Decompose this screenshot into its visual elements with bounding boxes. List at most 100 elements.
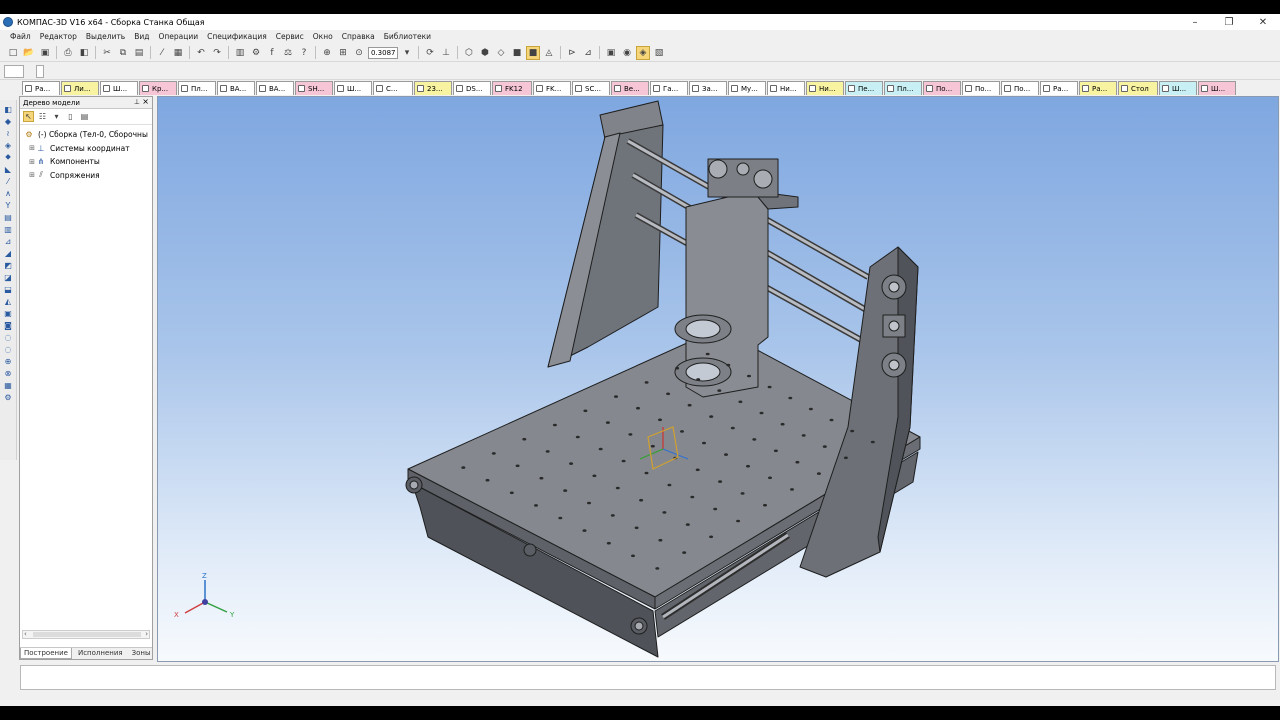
wireframe-icon[interactable]: ⬡ xyxy=(462,46,476,60)
document-tab[interactable]: FK12 xyxy=(492,81,532,95)
scroll-left-icon[interactable]: ‹ xyxy=(24,630,27,638)
variables-icon[interactable]: ⚙ xyxy=(249,46,263,60)
document-tab[interactable]: По... xyxy=(923,81,961,95)
filter-tool-icon[interactable]: ∧ xyxy=(3,188,13,198)
menu-libraries[interactable]: Библиотеки xyxy=(384,32,431,41)
tree-node-coordinate-systems[interactable]: ⊞ ⊥ Системы координат xyxy=(20,142,152,156)
menu-editor[interactable]: Редактор xyxy=(40,32,77,41)
document-tab[interactable]: Ш... xyxy=(1159,81,1197,95)
snap-icon[interactable]: ⊿ xyxy=(581,46,595,60)
fasteners-icon[interactable]: ◪ xyxy=(3,272,13,282)
document-tab[interactable]: Га... xyxy=(650,81,688,95)
document-tab[interactable]: Ни... xyxy=(767,81,805,95)
filter-icon[interactable]: ⊳ xyxy=(565,46,579,60)
rotate-icon[interactable]: ⟳ xyxy=(423,46,437,60)
properties-icon[interactable]: ⁄ xyxy=(155,46,169,60)
tab-versions[interactable]: Исполнения xyxy=(75,648,126,659)
open-icon[interactable]: 📂 xyxy=(22,46,36,60)
document-tab[interactable]: С... xyxy=(373,81,413,95)
new-document-icon[interactable]: □ xyxy=(6,46,20,60)
zoom-window-icon[interactable]: ⊕ xyxy=(320,46,334,60)
section-icon[interactable]: ⬓ xyxy=(3,284,13,294)
menu-select[interactable]: Выделить xyxy=(86,32,125,41)
document-tab[interactable]: Пл... xyxy=(178,81,216,95)
reports-icon[interactable]: ▤ xyxy=(3,212,13,222)
expand-icon[interactable]: ⊞ xyxy=(28,171,36,179)
document-tab[interactable]: Ш... xyxy=(334,81,372,95)
cut-icon[interactable]: ✂ xyxy=(100,46,114,60)
zoom-icon[interactable]: ⊙ xyxy=(352,46,366,60)
minimize-button[interactable]: – xyxy=(1178,14,1212,30)
zoom-dropdown-icon[interactable]: ▾ xyxy=(400,46,414,60)
measure-tool-icon[interactable]: ⁄ xyxy=(3,176,13,186)
document-tab[interactable]: Ве... xyxy=(611,81,649,95)
document-tab[interactable]: ВА... xyxy=(217,81,255,95)
tree-node-assembly[interactable]: ⚙ (-) Сборка (Тел-0, Сборочны xyxy=(20,128,152,142)
document-tab[interactable]: 23... xyxy=(414,81,452,95)
tree-horizontal-scrollbar[interactable]: ‹ › xyxy=(22,630,150,639)
document-tab[interactable]: Ш... xyxy=(100,81,138,95)
tree-view-dropdown-icon[interactable]: ▾ xyxy=(51,111,62,122)
document-tab[interactable]: По... xyxy=(1001,81,1039,95)
document-tab[interactable]: Му... xyxy=(728,81,766,95)
expand-icon[interactable]: ⊞ xyxy=(28,158,36,166)
tree-view-mode-icon[interactable]: ☷ xyxy=(37,111,48,122)
menu-service[interactable]: Сервис xyxy=(276,32,304,41)
expand-icon[interactable]: ⊞ xyxy=(28,144,36,152)
measure-icon[interactable]: ⚖ xyxy=(281,46,295,60)
zoom-tool-icon[interactable]: ⊕ xyxy=(3,356,13,366)
settings-tool-icon[interactable]: ⚙ xyxy=(3,392,13,402)
help-cursor-icon[interactable]: ? xyxy=(297,46,311,60)
pin-icon[interactable]: ⊥ xyxy=(134,98,140,106)
zoom-scale-input[interactable]: 0.3087 xyxy=(368,46,398,59)
document-tab[interactable]: ВА... xyxy=(256,81,294,95)
menu-window[interactable]: Окно xyxy=(313,32,333,41)
properties-tool-icon[interactable]: ▦ xyxy=(3,380,13,390)
menu-specification[interactable]: Спецификация xyxy=(207,32,267,41)
perspective-icon[interactable]: ◬ xyxy=(542,46,556,60)
library-icon[interactable]: ▦ xyxy=(171,46,185,60)
specification-tool-icon[interactable]: Y xyxy=(3,200,13,210)
auxiliary-geometry-icon[interactable]: ⬥ xyxy=(3,152,13,162)
elements-icon[interactable]: ▥ xyxy=(3,224,13,234)
spatial-curves-icon[interactable]: ◆ xyxy=(3,116,13,126)
document-tab[interactable]: Ра... xyxy=(1040,81,1078,95)
document-tab[interactable]: Пл... xyxy=(884,81,922,95)
sketch-icon[interactable]: ⊿ xyxy=(3,236,13,246)
document-tab[interactable]: За... xyxy=(689,81,727,95)
orientation-icon[interactable]: ⊥ xyxy=(439,46,453,60)
surfaces-icon[interactable]: ≀ xyxy=(3,128,13,138)
hidden-thin-icon[interactable]: ◇ xyxy=(494,46,508,60)
structure-icon[interactable]: ▧ xyxy=(652,46,666,60)
paste-icon[interactable]: ▤ xyxy=(132,46,146,60)
state-dropdown[interactable] xyxy=(36,65,44,78)
state-field[interactable] xyxy=(4,65,24,78)
cut-tool-icon[interactable]: ◭ xyxy=(3,296,13,306)
undo-icon[interactable]: ↶ xyxy=(194,46,208,60)
save-icon[interactable]: ▣ xyxy=(38,46,52,60)
tree-filter-icon[interactable]: ▯ xyxy=(65,111,76,122)
arrays-icon[interactable]: ◈ xyxy=(3,140,13,150)
menu-operations[interactable]: Операции xyxy=(158,32,198,41)
tab-zones[interactable]: Зоны xyxy=(129,648,154,659)
document-tab[interactable]: Ра... xyxy=(1079,81,1117,95)
document-tab[interactable]: Ш... xyxy=(1198,81,1236,95)
formula-icon[interactable]: f xyxy=(265,46,279,60)
document-tab[interactable]: Ли... xyxy=(61,81,99,95)
maximize-button[interactable]: ❐ xyxy=(1212,14,1246,30)
cnc-machine-model[interactable]: Z X Y xyxy=(158,97,1279,662)
libraries-tool-icon[interactable]: ▣ xyxy=(3,308,13,318)
menu-file[interactable]: Файл xyxy=(10,32,31,41)
preview-icon[interactable]: ◧ xyxy=(77,46,91,60)
scroll-right-icon[interactable]: › xyxy=(145,630,148,638)
document-tab[interactable]: FK... xyxy=(533,81,571,95)
pipelines-icon[interactable]: ◩ xyxy=(3,260,13,270)
shaded-icon[interactable]: ■ xyxy=(510,46,524,60)
document-tab[interactable]: Пе... xyxy=(845,81,883,95)
tab-construction[interactable]: Построение xyxy=(20,648,72,659)
close-button[interactable]: ✕ xyxy=(1246,14,1280,30)
document-tab[interactable]: SC... xyxy=(572,81,610,95)
menu-view[interactable]: Вид xyxy=(134,32,149,41)
edit-assembly-icon[interactable]: ◧ xyxy=(3,104,13,114)
3d-viewport[interactable]: Z X Y xyxy=(157,96,1279,662)
